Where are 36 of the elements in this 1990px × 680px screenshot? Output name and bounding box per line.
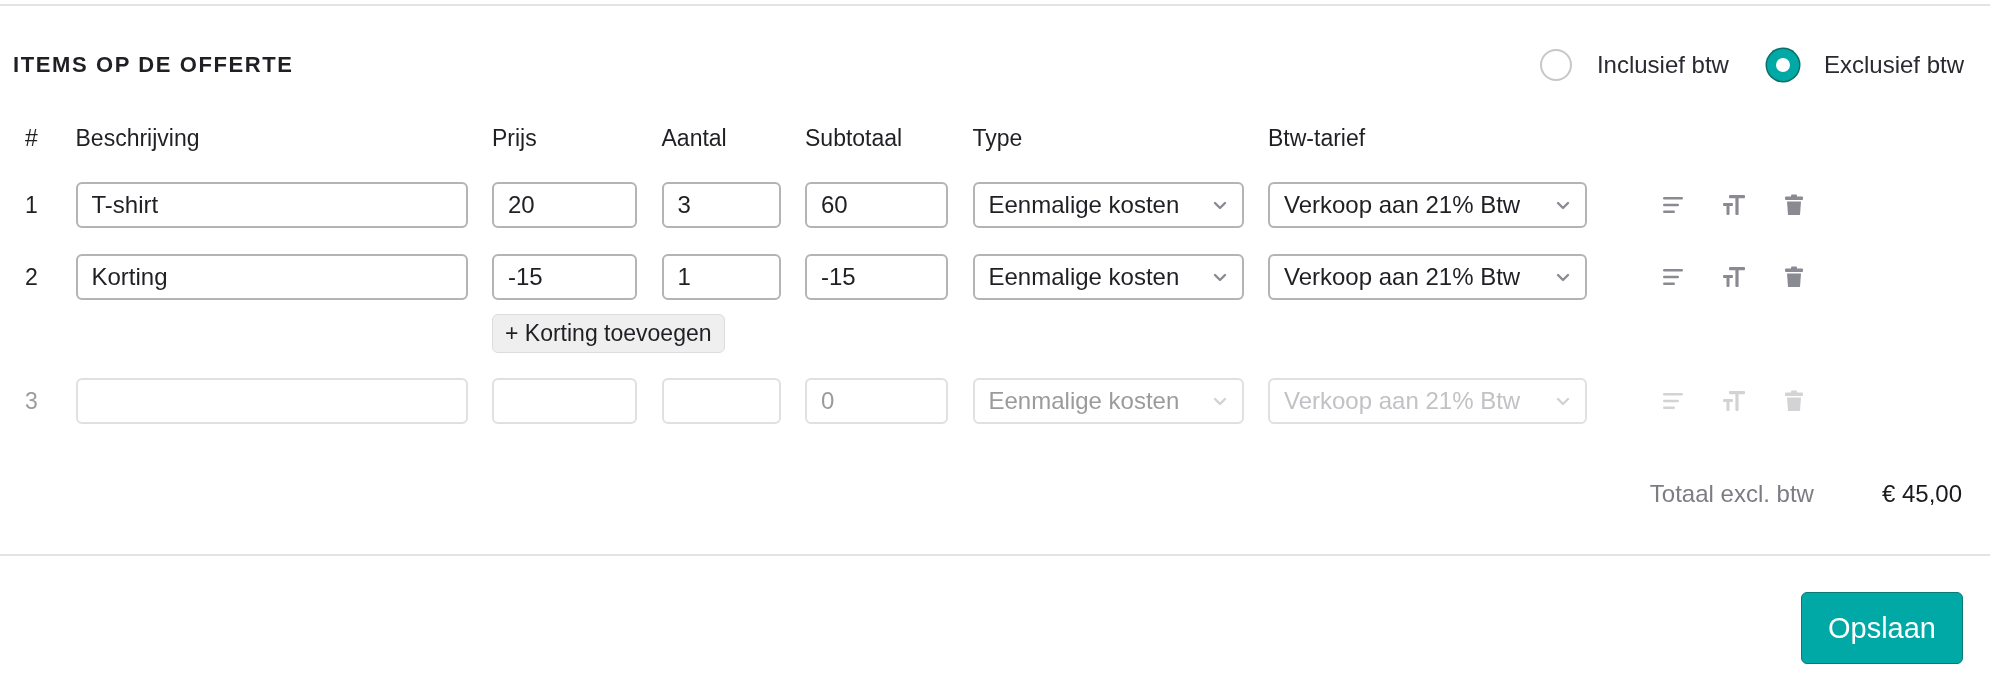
- subtotal-field[interactable]: -15: [805, 254, 948, 300]
- type-dropdown[interactable]: Eenmalige kosten: [972, 254, 1244, 300]
- description-field[interactable]: T-shirt: [75, 182, 468, 228]
- column-header: Beschrijving: [75, 125, 201, 152]
- row-number: 2: [24, 263, 39, 291]
- price-field[interactable]: -15: [492, 254, 637, 300]
- row-number: 3: [24, 387, 39, 415]
- quantity-field[interactable]: 1: [661, 254, 781, 300]
- type-dropdown[interactable]: Eenmalige kosten: [972, 182, 1244, 228]
- column-header: Prijs: [492, 125, 538, 152]
- quantity-field[interactable]: 3: [661, 182, 781, 228]
- lines-icon[interactable]: [1661, 266, 1684, 288]
- description-field[interactable]: Korting: [75, 254, 468, 300]
- add-discount-button[interactable]: + Korting toevoegen: [492, 314, 725, 353]
- column-header: #: [24, 125, 39, 152]
- radio-button[interactable]: [1539, 49, 1572, 81]
- radio-label[interactable]: Inclusief btw: [1596, 51, 1729, 79]
- subtotal-field[interactable]: 60: [805, 182, 948, 228]
- trash-icon[interactable]: [1783, 194, 1804, 216]
- column-header: Aantal: [661, 125, 728, 152]
- column-header: Subtotaal: [805, 125, 904, 152]
- text-size-icon[interactable]: [1721, 266, 1746, 288]
- row-number: 1: [24, 191, 39, 219]
- section-title: ITEMS OP DE OFFERTE: [13, 52, 294, 78]
- radio-label[interactable]: Exclusief btw: [1823, 51, 1964, 79]
- radio-button[interactable]: [1766, 49, 1799, 81]
- column-header: Type: [972, 125, 1024, 152]
- text-size-icon[interactable]: [1721, 194, 1746, 216]
- total-value: € 45,00: [1881, 480, 1962, 508]
- column-header: Btw-tarief: [1268, 125, 1367, 152]
- price-field[interactable]: 20: [492, 182, 637, 228]
- vat-rate-dropdown[interactable]: Verkoop aan 21% Btw: [1268, 254, 1587, 300]
- lines-icon[interactable]: [1661, 194, 1684, 216]
- vat-rate-dropdown[interactable]: Verkoop aan 21% Btw: [1268, 182, 1587, 228]
- total-label: Totaal excl. btw: [1649, 480, 1814, 508]
- trash-icon[interactable]: [1783, 266, 1804, 288]
